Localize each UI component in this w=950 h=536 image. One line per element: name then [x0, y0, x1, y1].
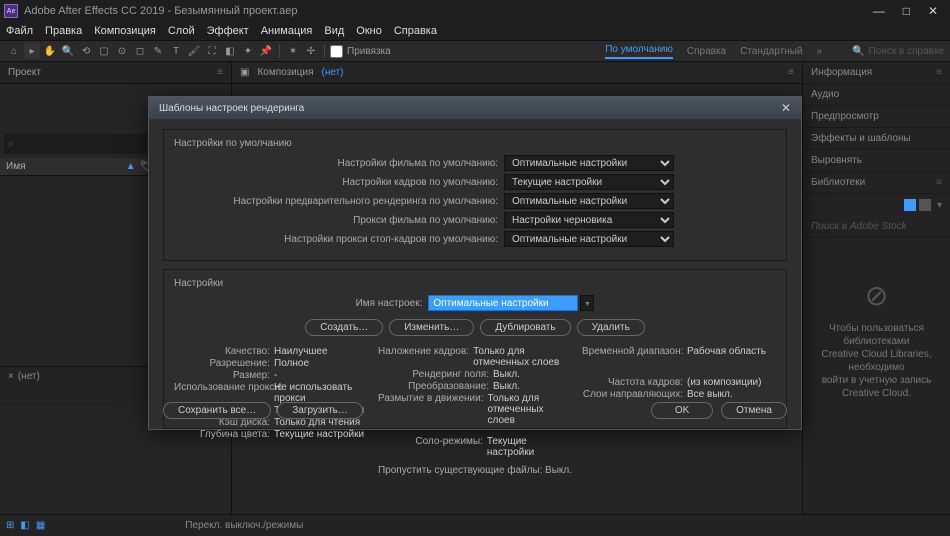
axis-tool-icon[interactable]: ✶ [285, 43, 301, 59]
text-tool-icon[interactable]: T [168, 43, 184, 59]
edit-button[interactable]: Изменить… [389, 319, 474, 336]
lock-icon[interactable]: ▣ [240, 67, 249, 78]
save-all-button[interactable]: Сохранить все… [163, 402, 271, 419]
stillproxy-default-label: Настройки прокси стоп-кадров по умолчани… [174, 234, 504, 245]
toggle-icon[interactable]: ⊞ [6, 520, 14, 531]
chevron-down-icon[interactable]: ▾ [937, 200, 942, 211]
search-icon: 🔍 [852, 46, 864, 57]
close-button[interactable]: ✕ [928, 4, 938, 18]
effects-panel[interactable]: Эффекты и шаблоны [811, 133, 911, 144]
menu-layer[interactable]: Слой [168, 25, 195, 37]
dialog-title: Шаблоны настроек рендеринга [159, 103, 304, 114]
project-panel-title: Проект [8, 67, 41, 78]
delete-button[interactable]: Удалить [577, 319, 645, 336]
toggle-icon[interactable]: ◧ [20, 520, 29, 531]
window-title: Adobe After Effects CC 2019 - Безымянный… [24, 5, 298, 17]
camera-tool-icon[interactable]: ▢ [96, 43, 112, 59]
maximize-button[interactable]: □ [903, 4, 910, 18]
rotate-tool-icon[interactable]: ⟲ [78, 43, 94, 59]
ok-button[interactable]: OK [651, 402, 713, 419]
prerender-default-select[interactable]: Оптимальные настройки [504, 193, 674, 209]
movie-default-select[interactable]: Оптимальные настройки [504, 155, 674, 171]
settings-name-dropdown[interactable]: ▾ [580, 295, 594, 311]
load-button[interactable]: Загрузить… [277, 402, 363, 419]
col-name[interactable]: Имя [6, 161, 25, 172]
snap-label: Привязка [347, 46, 391, 57]
menu-animation[interactable]: Анимация [261, 25, 313, 37]
roto-tool-icon[interactable]: ✦ [240, 43, 256, 59]
app-logo: Ae [4, 4, 18, 18]
menu-edit[interactable]: Правка [45, 25, 82, 37]
movie-default-label: Настройки фильма по умолчанию: [174, 158, 504, 169]
minimize-button[interactable]: — [873, 4, 885, 18]
dialog-close-icon[interactable]: ✕ [781, 101, 791, 115]
menu-help[interactable]: Справка [394, 25, 437, 37]
prerender-default-label: Настройки предварительного рендеринга по… [174, 196, 504, 207]
eraser-tool-icon[interactable]: ◧ [222, 43, 238, 59]
list-view-icon[interactable] [919, 199, 931, 211]
proxy-default-select[interactable]: Настройки черновика [504, 212, 674, 228]
anchor-tool-icon[interactable]: ⊙ [114, 43, 130, 59]
workspace-learn[interactable]: Справка [687, 46, 726, 57]
workspace-standard[interactable]: Стандартный [740, 46, 802, 57]
hand-tool-icon[interactable]: ✋ [42, 43, 58, 59]
cloud-icon: ⊘ [813, 278, 940, 314]
home-icon[interactable]: ⌂ [6, 43, 22, 59]
cancel-button[interactable]: Отмена [721, 402, 787, 419]
align-panel[interactable]: Выровнять [811, 155, 862, 166]
frame-default-select[interactable]: Текущие настройки [504, 174, 674, 190]
pen-tool-icon[interactable]: ✎ [150, 43, 166, 59]
grid-view-icon[interactable] [904, 199, 916, 211]
menu-file[interactable]: Файл [6, 25, 33, 37]
puppet-tool-icon[interactable]: 📌 [258, 43, 274, 59]
menu-view[interactable]: Вид [324, 25, 344, 37]
toggle-icon[interactable]: ▦ [36, 520, 45, 531]
brush-tool-icon[interactable]: 🖌 [186, 43, 202, 59]
libraries-panel[interactable]: Библиотеки [811, 177, 865, 188]
menu-effect[interactable]: Эффект [207, 25, 249, 37]
defaults-legend: Настройки по умолчанию [170, 138, 296, 149]
stock-search[interactable]: Поиск в Adobe Stock [811, 221, 907, 232]
settings-name-label: Имя настроек: [356, 298, 423, 309]
proxy-default-label: Прокси фильма по умолчанию: [174, 215, 504, 226]
workspace-default[interactable]: По умолчанию [605, 44, 673, 59]
toggle-switches-label[interactable]: Перекл. выключ./режимы [185, 520, 303, 531]
workspace-more[interactable]: » [817, 46, 823, 57]
render-settings-templates-dialog: Шаблоны настроек рендеринга ✕ Настройки … [148, 96, 802, 430]
snap-checkbox[interactable] [330, 45, 343, 58]
help-search[interactable]: 🔍 Поиск в справке [852, 46, 944, 57]
cc-libraries-message: ⊘ Чтобы пользоваться библиотеками Creati… [803, 238, 950, 440]
sort-icon[interactable]: ▲ [126, 161, 136, 172]
duplicate-button[interactable]: Дублировать [480, 319, 570, 336]
search-placeholder: Поиск в справке [869, 46, 944, 57]
panel-menu-icon[interactable]: ≡ [217, 67, 223, 78]
panel-menu-icon[interactable]: ≡ [936, 177, 942, 188]
panel-menu-icon[interactable]: ≡ [936, 67, 942, 78]
panel-menu-icon[interactable]: ≡ [788, 67, 794, 78]
timeline-none: (нет) [18, 371, 40, 382]
preview-panel[interactable]: Предпросмотр [811, 111, 879, 122]
selection-tool-icon[interactable]: ▸ [24, 43, 40, 59]
comp-none: (нет) [321, 67, 343, 78]
menu-composition[interactable]: Композиция [94, 25, 156, 37]
info-panel[interactable]: Информация [811, 67, 872, 78]
timeline-cross-icon[interactable]: × [8, 371, 14, 382]
frame-default-label: Настройки кадров по умолчанию: [174, 177, 504, 188]
settings-legend: Настройки [170, 278, 227, 289]
skip-existing-row: Пропустить существующие файлы: Выкл. [174, 465, 776, 476]
create-button[interactable]: Создать… [305, 319, 383, 336]
zoom-tool-icon[interactable]: 🔍 [60, 43, 76, 59]
stamp-tool-icon[interactable]: ⛶ [204, 43, 220, 59]
audio-panel[interactable]: Аудио [811, 89, 839, 100]
settings-name-input[interactable] [428, 295, 578, 311]
comp-panel-label: Композиция [257, 67, 313, 78]
menu-window[interactable]: Окно [356, 25, 382, 37]
stillproxy-default-select[interactable]: Оптимальные настройки [504, 231, 674, 247]
axis2-tool-icon[interactable]: ✢ [303, 43, 319, 59]
snap-toggle[interactable]: Привязка [330, 45, 391, 58]
shape-tool-icon[interactable]: ◻ [132, 43, 148, 59]
